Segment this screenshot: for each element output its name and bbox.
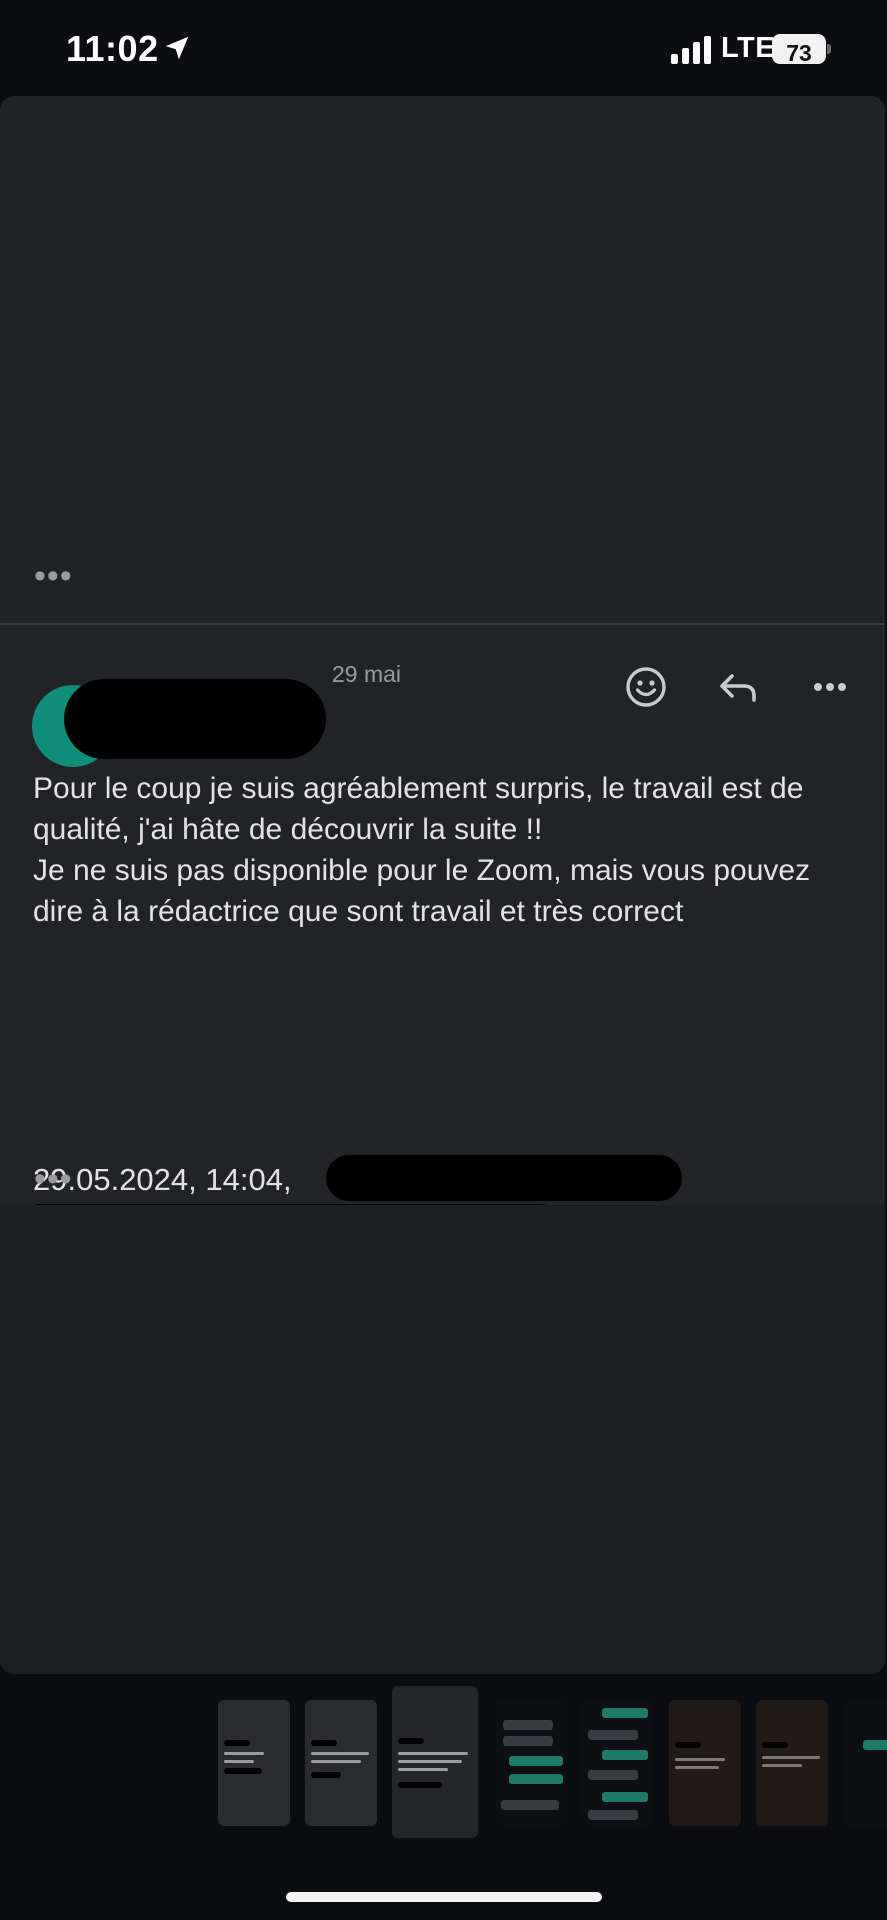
thumbnail[interactable] [495,1700,567,1826]
more-horizontal-icon[interactable] [806,663,854,711]
thumbnail[interactable] [305,1700,377,1826]
message-date: 29 mai [332,661,402,687]
reply-icon[interactable] [714,663,762,711]
show-trimmed-content-button[interactable]: ••• [34,559,73,593]
previous-message[interactable] [0,96,885,622]
battery-level: 73 [786,40,812,66]
thumbnail[interactable] [218,1700,290,1826]
thumbnail[interactable] [669,1700,741,1826]
thumbnail[interactable] [843,1700,887,1826]
redacted-quote-sender [326,1155,682,1201]
home-indicator[interactable] [286,1892,602,1902]
show-quoted-text-button[interactable]: ••• [34,1162,73,1196]
emoji-icon[interactable] [622,663,670,711]
message: 29 mai Pour le coup je suis agréablement… [0,625,885,1254]
thumbnail-strip[interactable] [0,1686,887,1846]
battery-icon: 73 [772,34,831,66]
empty-area [0,1205,885,1674]
status-time: 11:02 [66,28,159,69]
thumbnail[interactable] [756,1700,828,1826]
location-arrow-icon [165,36,189,60]
redacted-sender-name [64,679,326,759]
message-body: Pour le coup je suis agréablement surpri… [33,772,811,928]
thumbnail[interactable] [582,1700,654,1826]
signal-bars-icon [671,36,711,64]
network-type: LTE [721,32,776,64]
thumbnail-current[interactable] [392,1686,478,1838]
status-bar: 11:02 LTE 73 [0,0,887,100]
email-thread-card: ••• 29 mai Pour le coup je suis agréable… [0,96,885,1674]
